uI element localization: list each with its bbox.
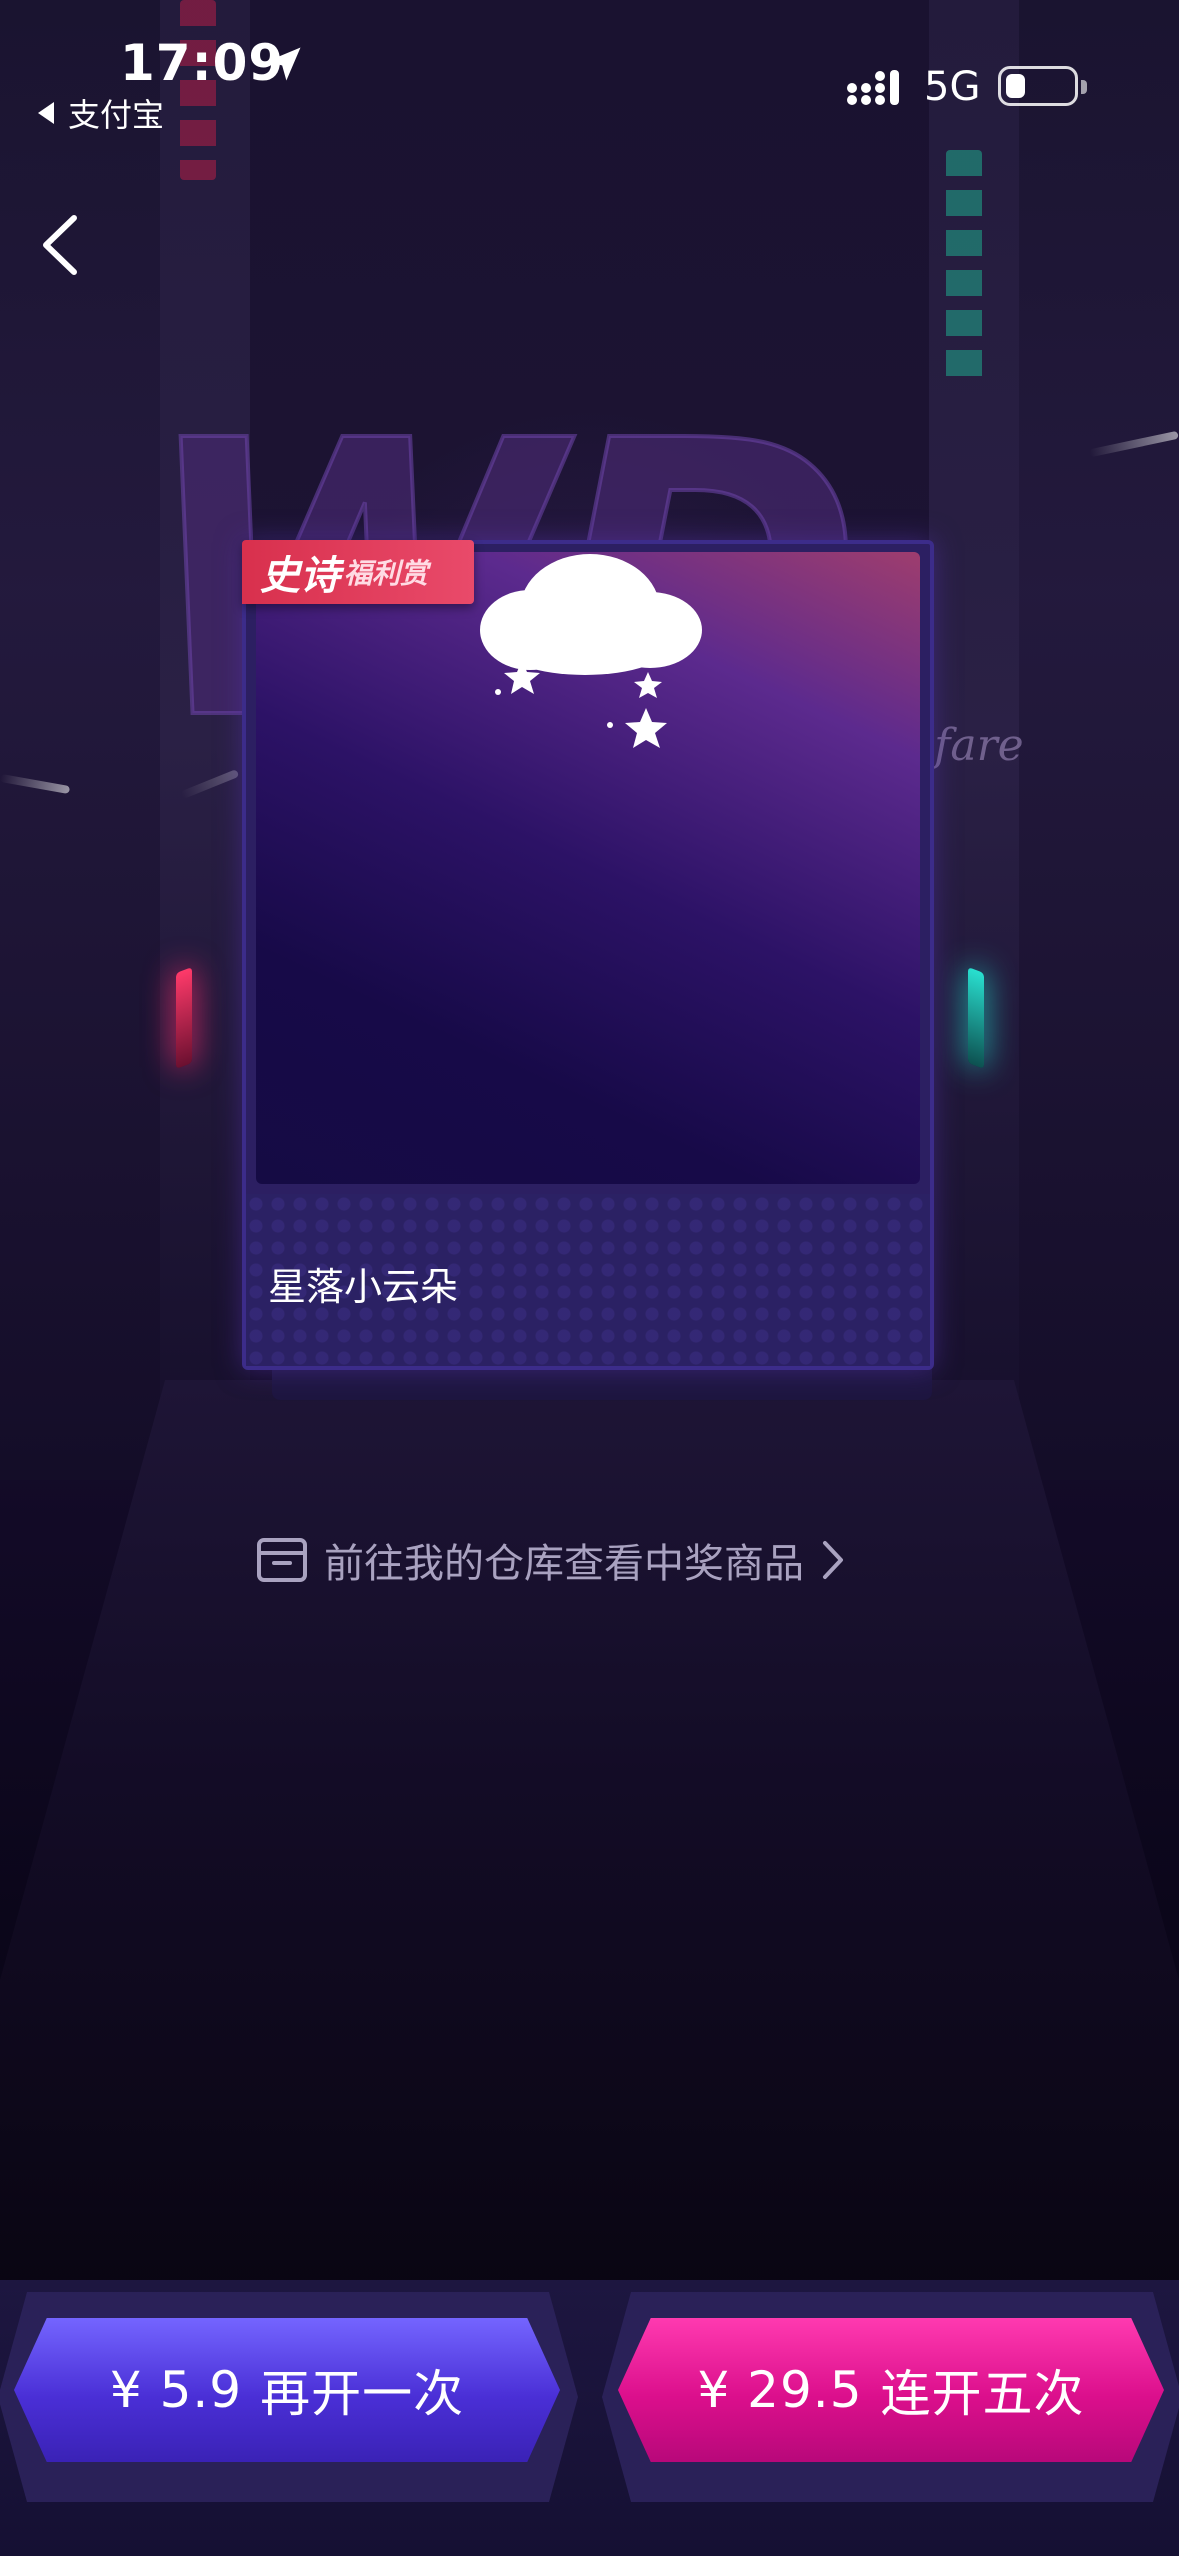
rarity-badge-sub: 福利赏: [344, 557, 429, 590]
open-once-label: 再开一次: [260, 2365, 465, 2423]
cyan-neon-light: [968, 967, 984, 1069]
box-icon: [257, 1538, 307, 1582]
battery-nub: [1081, 80, 1087, 94]
open-once-price: ¥ 5.9: [109, 2361, 243, 2419]
status-bar: 17:09 支付宝 5G: [0, 0, 1179, 140]
background-script-text: lfare: [920, 720, 1024, 771]
open-five-price: ¥ 29.5: [697, 2361, 863, 2419]
location-arrow-icon: [267, 47, 301, 81]
rarity-badge: 史诗 福利赏: [242, 540, 474, 604]
prize-name: 星落小云朵: [268, 1265, 459, 1309]
back-triangle-icon: [38, 102, 54, 124]
warehouse-link-label: 前往我的仓库查看中奖商品: [324, 1541, 804, 1587]
right-pillar: [1019, 0, 1179, 1480]
open-five-label: 连开五次: [880, 2365, 1085, 2423]
back-app-label: 支付宝: [68, 96, 165, 134]
red-neon-light: [176, 967, 192, 1069]
status-time: 17:09: [120, 34, 285, 92]
open-once-button[interactable]: ¥ 5.9 再开一次: [14, 2318, 560, 2462]
back-chevron-icon[interactable]: [30, 210, 90, 280]
battery-level: [1006, 74, 1025, 98]
warehouse-link[interactable]: 前往我的仓库查看中奖商品: [256, 1528, 846, 1592]
network-type: 5G: [924, 64, 981, 110]
back-to-app[interactable]: 支付宝: [38, 90, 164, 136]
rarity-badge-main: 史诗: [260, 553, 340, 599]
open-five-button[interactable]: ¥ 29.5 连开五次: [618, 2318, 1164, 2462]
prize-info: 星落小云朵: [246, 1194, 930, 1366]
chevron-right-icon: [823, 1541, 843, 1579]
cloud-prize-icon: [480, 554, 702, 748]
green-neon-sign: [946, 150, 982, 390]
battery-icon: [998, 66, 1087, 106]
signal-icon: [847, 70, 899, 105]
